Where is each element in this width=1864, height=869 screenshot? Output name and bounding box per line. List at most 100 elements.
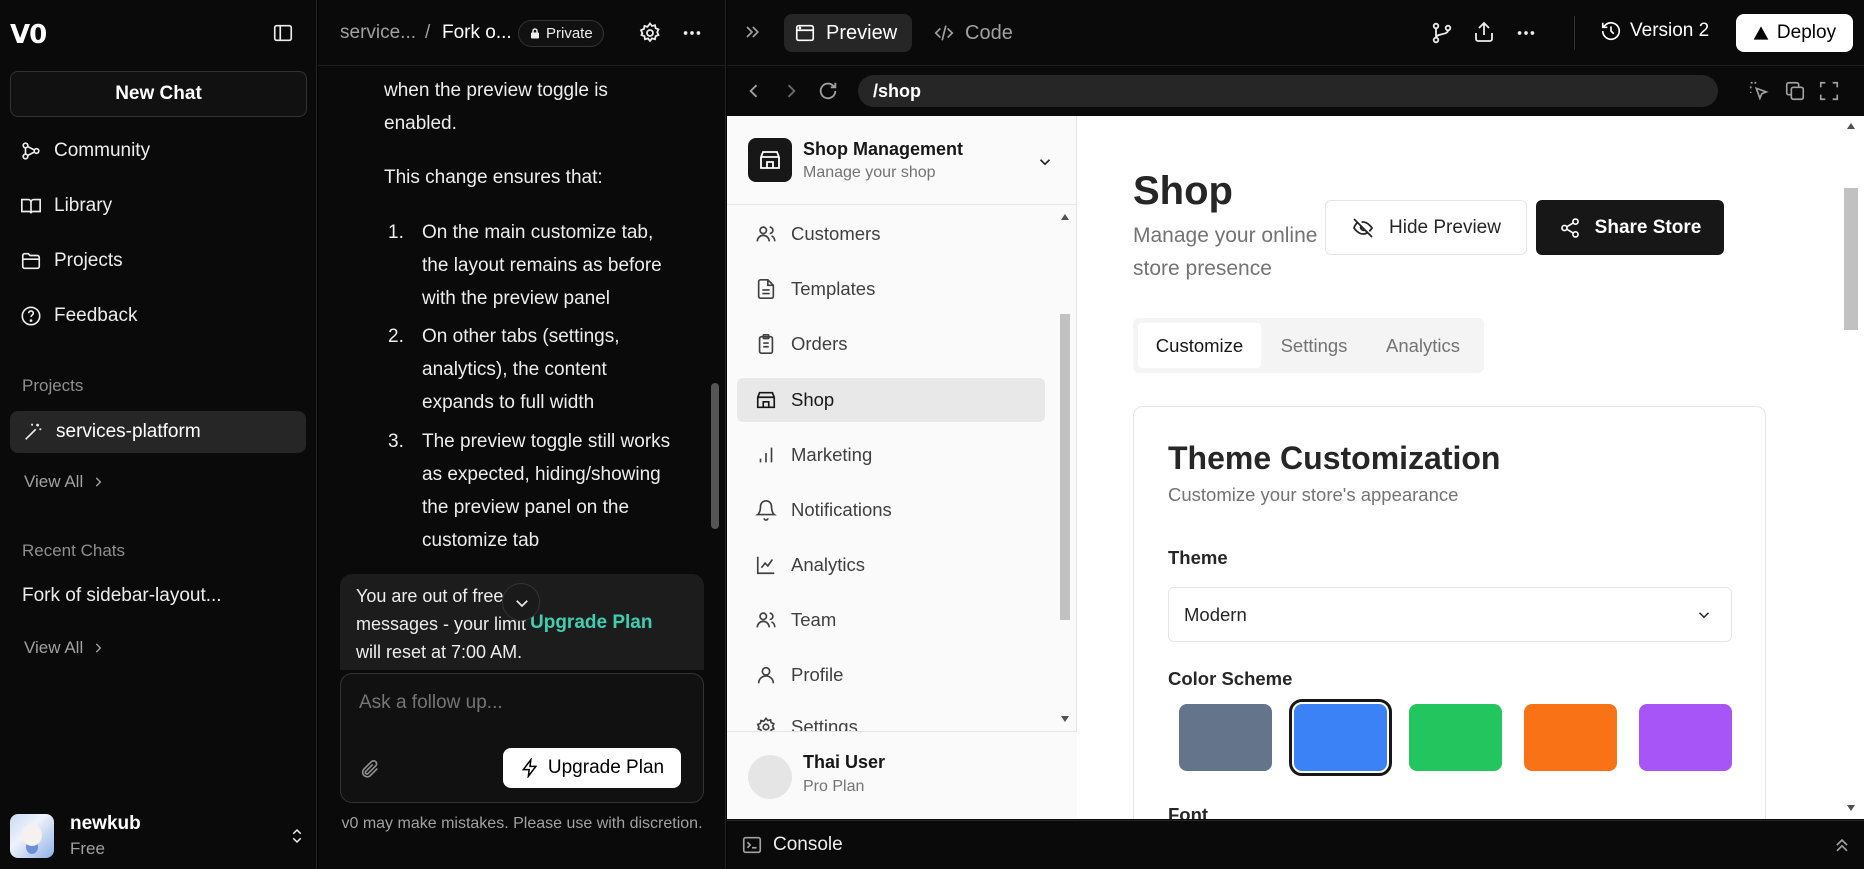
color-swatch[interactable] <box>1524 704 1617 771</box>
scroll-up-arrow-icon[interactable] <box>1846 122 1856 130</box>
project-item-label: services-platform <box>56 421 201 442</box>
paperclip-icon[interactable] <box>359 758 381 780</box>
user-menu[interactable]: newkub Free <box>10 813 141 859</box>
breadcrumb-chat[interactable]: Fork o... <box>442 22 512 44</box>
bell-icon <box>755 500 777 521</box>
share-store-button[interactable]: Share Store <box>1536 200 1724 255</box>
projects-view-all-link[interactable]: View All <box>24 472 105 492</box>
color-swatch[interactable] <box>1639 704 1732 771</box>
more-options-icon[interactable] <box>680 22 704 44</box>
refresh-icon[interactable] <box>817 80 839 102</box>
url-field[interactable]: /shop <box>858 75 1718 107</box>
app-user-footer[interactable]: Thai User Pro Plan <box>727 731 1077 819</box>
message-line: expands to full width <box>422 392 595 413</box>
scroll-down-arrow-icon[interactable] <box>1060 715 1070 723</box>
menu-item-team[interactable]: Team <box>737 598 1045 642</box>
browser-window-icon <box>795 24 815 42</box>
tab-code[interactable]: Code <box>933 14 1013 52</box>
expand-chevrons-icon[interactable] <box>742 22 762 42</box>
recent-chat-item[interactable]: Fork of sidebar-layout... <box>22 585 222 607</box>
list-number: 1. <box>388 222 404 243</box>
menu-item-notifications[interactable]: Notifications <box>737 488 1045 532</box>
color-swatch[interactable] <box>1289 699 1392 776</box>
page-title: Shop <box>1133 169 1233 213</box>
new-chat-button[interactable]: New Chat <box>10 71 307 117</box>
disclaimer-text: v0 may make mistakes. Please use with di… <box>341 815 703 832</box>
recent-chats-label: Recent Chats <box>22 541 125 560</box>
clipboard-icon <box>758 334 774 354</box>
community-icon <box>22 142 40 160</box>
menu-item-profile[interactable]: Profile <box>737 653 1045 697</box>
list-number: 3. <box>388 431 404 452</box>
follow-up-input[interactable] <box>359 692 679 714</box>
chevron-down-icon <box>1698 612 1710 619</box>
breadcrumb-separator: / <box>425 22 431 43</box>
message-line: the preview panel on the <box>422 497 630 518</box>
nav-feedback-label: Feedback <box>54 305 138 326</box>
menu-item-label: Orders <box>791 333 848 354</box>
gear-icon[interactable] <box>638 21 662 45</box>
chat-scrollbar[interactable] <box>711 383 719 529</box>
store-icon <box>748 138 792 182</box>
select-element-icon[interactable] <box>1748 80 1770 102</box>
lock-icon <box>531 28 539 39</box>
privacy-badge[interactable]: Private <box>518 20 604 47</box>
recent-view-all-link[interactable]: View All <box>24 638 105 658</box>
message-line: analytics), the content <box>422 359 607 380</box>
color-swatch[interactable] <box>1179 704 1272 771</box>
theme-select[interactable]: Modern <box>1168 587 1732 642</box>
project-item-services-platform[interactable]: services-platform <box>10 411 306 453</box>
triangle-icon <box>1753 26 1769 40</box>
deploy-button[interactable]: Deploy <box>1736 14 1853 52</box>
nav-feedback[interactable]: Feedback <box>20 299 137 333</box>
fullscreen-icon[interactable] <box>1818 80 1840 102</box>
sidebar-scrollbar[interactable] <box>1060 314 1070 620</box>
tab-customize[interactable]: Customize <box>1138 323 1261 368</box>
menu-item-marketing[interactable]: Marketing <box>737 433 1045 477</box>
upgrade-plan-button[interactable]: Upgrade Plan <box>503 748 681 788</box>
chevrons-up-icon[interactable] <box>1832 835 1852 855</box>
folder-icon <box>21 252 41 270</box>
tab-preview[interactable]: Preview <box>784 14 912 52</box>
message-line: The preview toggle still works <box>422 431 671 452</box>
chevrons-up-down-icon[interactable] <box>288 826 306 846</box>
privacy-label: Private <box>546 25 593 42</box>
preview-scrollbar[interactable] <box>1844 188 1858 330</box>
menu-item-analytics[interactable]: Analytics <box>737 543 1045 587</box>
tab-analytics[interactable]: Analytics <box>1367 323 1479 368</box>
color-scheme-label: Color Scheme <box>1168 668 1293 689</box>
nav-community[interactable]: Community <box>20 134 150 168</box>
forward-arrow-icon[interactable] <box>781 81 801 101</box>
divider <box>1574 16 1575 50</box>
tab-settings[interactable]: Settings <box>1261 323 1367 368</box>
share-upload-icon[interactable] <box>1472 20 1496 44</box>
scroll-down-button[interactable] <box>502 583 540 621</box>
version-history-button[interactable]: Version 2 <box>1600 20 1709 42</box>
back-arrow-icon[interactable] <box>744 81 764 101</box>
console-bar[interactable]: Console <box>727 820 1864 869</box>
hide-preview-button[interactable]: Hide Preview <box>1325 200 1527 255</box>
menu-item-shop[interactable]: Shop <box>737 378 1045 422</box>
menu-item-templates[interactable]: Templates <box>737 267 1045 311</box>
new-window-icon[interactable] <box>1784 80 1806 102</box>
more-options-icon[interactable] <box>1514 22 1538 44</box>
breadcrumb-project[interactable]: service... <box>340 22 416 44</box>
app-sidebar-header[interactable]: Shop Management Manage your shop <box>727 116 1077 205</box>
menu-item-orders[interactable]: Orders <box>737 322 1045 366</box>
scroll-up-arrow-icon[interactable] <box>1060 213 1070 221</box>
sidebar-toggle-icon[interactable] <box>272 22 294 44</box>
list-number: 2. <box>388 326 404 347</box>
scroll-down-arrow-icon[interactable] <box>1846 804 1856 812</box>
menu-item-customers[interactable]: Customers <box>737 212 1045 256</box>
nav-projects[interactable]: Projects <box>20 244 123 278</box>
preview-topbar: Preview Code Version 2 Deploy <box>727 0 1864 66</box>
color-swatch[interactable] <box>1409 704 1502 771</box>
upgrade-plan-link[interactable]: Upgrade Plan <box>530 612 652 634</box>
nav-library[interactable]: Library <box>20 189 112 223</box>
git-branch-icon[interactable] <box>1430 21 1454 45</box>
list-item: 1. On the main customize tab, the layout… <box>388 216 678 315</box>
projects-section-label: Projects <box>22 376 84 395</box>
v0-logo[interactable]: V0 <box>10 20 47 50</box>
chevron-right-icon <box>95 643 102 653</box>
menu-item-settings[interactable]: Settings <box>737 708 1045 731</box>
